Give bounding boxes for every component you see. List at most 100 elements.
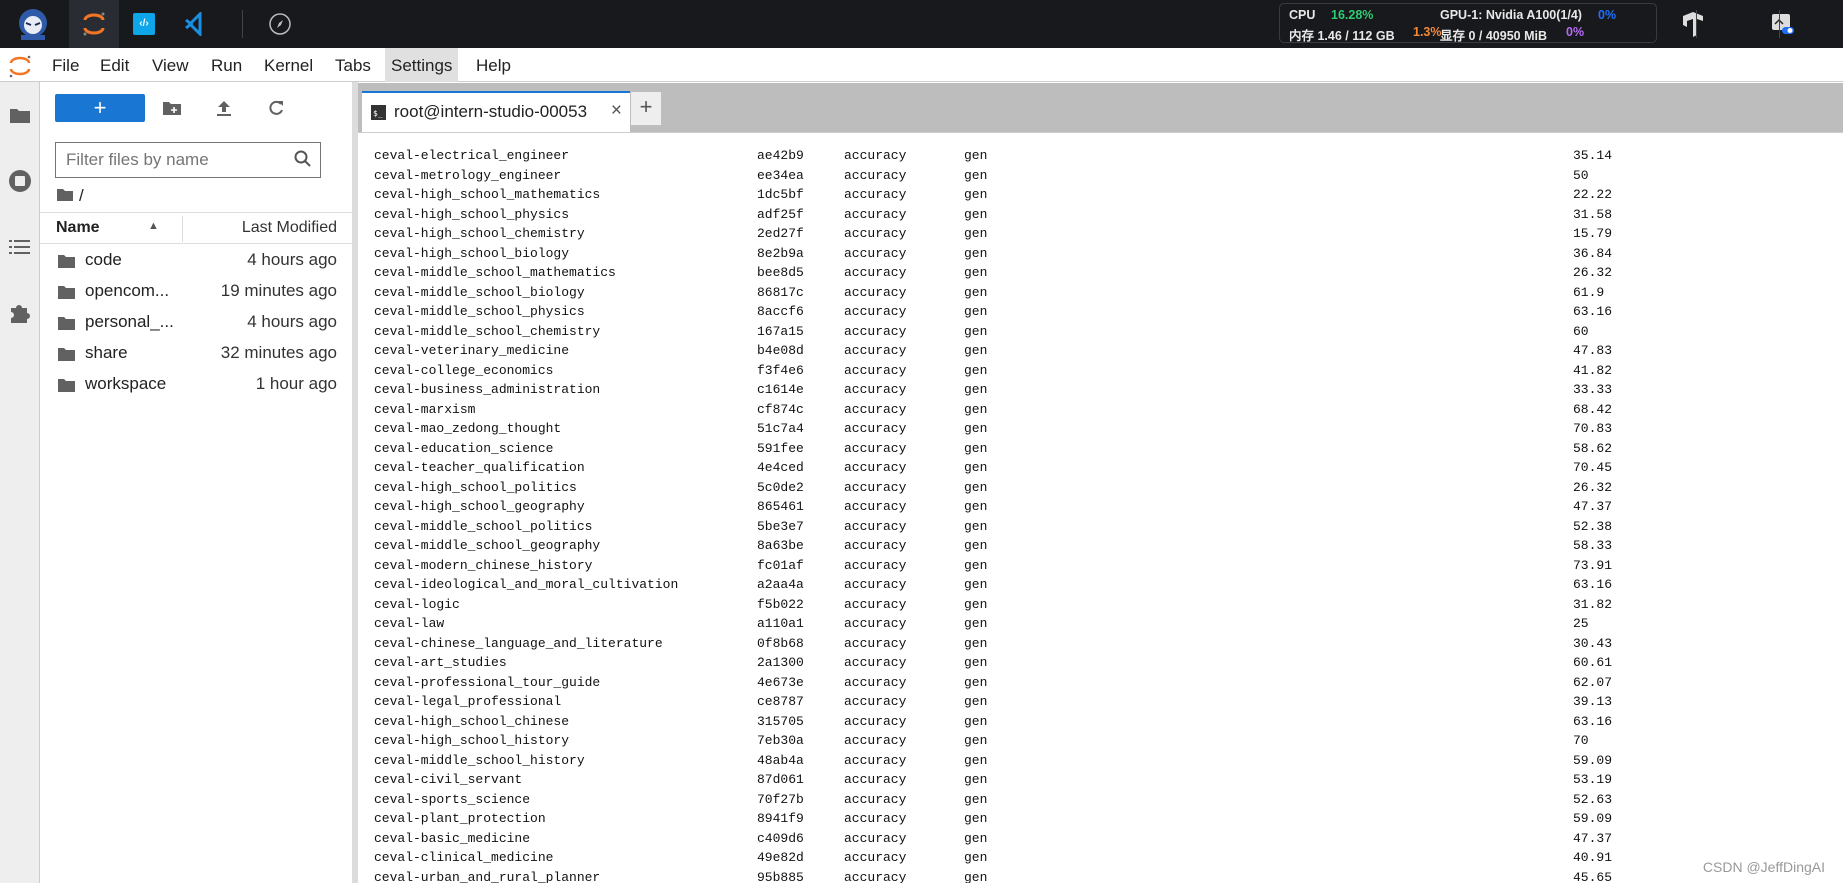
mode: gen [964, 733, 988, 748]
score: 63.16 [1573, 577, 1613, 592]
watermark: CSDN @JeffDingAI [1702, 859, 1825, 875]
sort-ascending-icon[interactable]: ▲ [148, 220, 159, 232]
compass-icon[interactable] [255, 0, 305, 48]
version-hash: 4e4ced [757, 460, 804, 475]
file-row[interactable]: opencom... 19 minutes ago [40, 276, 352, 307]
metric: accuracy [844, 752, 907, 768]
mode: gen [964, 304, 988, 319]
menu-help[interactable]: Help [476, 56, 511, 76]
vscode-icon[interactable] [170, 0, 220, 48]
file-row[interactable]: share 32 minutes ago [40, 338, 352, 369]
dataset-name: ceval-middle_school_physics [374, 304, 585, 319]
dataset-name: ceval-middle_school_geography [374, 538, 601, 553]
metric: accuracy [844, 304, 907, 319]
close-tab-icon[interactable]: × [611, 100, 622, 122]
result-row: ceval-middle_school_physics 8accf6 accurac… [374, 304, 1774, 323]
new-launcher-button[interactable]: + [55, 94, 145, 122]
intern-logo-icon[interactable] [8, 0, 58, 48]
dataset-name: ceval-chinese_language_and_literature [374, 635, 663, 651]
mode: gen [964, 713, 988, 729]
score: 50 [1573, 167, 1589, 183]
tab-terminal[interactable]: $_ root@intern-studio-00053 × [362, 91, 630, 132]
version-hash: f3f4e6 [757, 362, 804, 378]
dataset-name: ceval-high_school_mathematics [374, 187, 601, 202]
score: 60.61 [1573, 655, 1613, 670]
mode: gen [964, 343, 988, 358]
dataset-name: ceval-middle_school_politics [374, 518, 593, 534]
menu-edit[interactable]: Edit [100, 56, 129, 76]
metric: accuracy [844, 791, 907, 807]
menu-view[interactable]: View [152, 56, 189, 76]
terminal-icon: $_ [371, 105, 386, 125]
score: 15.79 [1573, 226, 1613, 241]
tensorflow-icon[interactable] [1668, 0, 1718, 48]
metric: accuracy [844, 226, 907, 241]
mode: gen [964, 460, 988, 475]
metric: accuracy [844, 577, 907, 592]
score: 36.84 [1573, 245, 1613, 261]
add-tab-button[interactable]: + [631, 92, 661, 125]
new-folder-icon[interactable] [160, 96, 184, 120]
menu-tabs[interactable]: Tabs [335, 56, 371, 76]
result-row: ceval-legal_professional ce8787 accuracy ge… [374, 694, 1774, 713]
tab-title: root@intern-studio-00053 [394, 102, 588, 121]
code-editor-app-icon[interactable]: ‹/› [119, 0, 169, 48]
menu-run[interactable]: Run [211, 56, 242, 76]
jupyter-app-icon[interactable] [69, 0, 119, 48]
breadcrumb[interactable]: / [57, 186, 84, 206]
column-divider[interactable] [182, 216, 183, 242]
mode: gen [964, 382, 988, 397]
file-row[interactable]: personal_... 4 hours ago [40, 307, 352, 338]
file-row[interactable]: code 4 hours ago [40, 245, 352, 276]
extensions-puzzle-icon[interactable] [7, 300, 33, 326]
result-row: ceval-high_school_mathematics 1dc5bf accur… [374, 187, 1774, 206]
result-row: ceval-high_school_politics 5c0de2 accuracy… [374, 480, 1774, 499]
file-modified: 4 hours ago [247, 312, 337, 331]
score: 63.16 [1573, 304, 1613, 319]
file-name: workspace [85, 374, 167, 393]
file-row[interactable]: workspace 1 hour ago [40, 369, 352, 400]
terminal-output[interactable]: ceval-electrical_engineer ae42b9 accuracy g… [358, 132, 1843, 883]
breadcrumb-root[interactable]: / [79, 186, 84, 206]
memory-label: 内存 1.46 / 112 GB [1289, 29, 1395, 43]
version-hash: cf874c [757, 401, 804, 417]
menu-settings[interactable]: Settings [385, 48, 459, 82]
version-hash: ee34ea [757, 167, 804, 183]
refresh-icon[interactable] [264, 96, 288, 120]
version-hash: 4e673e [757, 674, 804, 690]
result-row: ceval-clinical_medicine 49e82d accuracy gen… [374, 850, 1774, 869]
upload-icon[interactable] [212, 96, 236, 120]
column-last-modified[interactable]: Last Modified [242, 219, 337, 237]
menu-file[interactable]: File [52, 56, 79, 76]
version-hash: 86817c [757, 284, 804, 300]
metric: accuracy [844, 596, 907, 612]
result-row: ceval-middle_school_biology 86817c accurac… [374, 285, 1774, 304]
folder-icon [58, 253, 75, 273]
mode: gen [964, 557, 988, 573]
table-of-contents-icon[interactable] [7, 234, 33, 260]
score: 73.91 [1573, 557, 1613, 573]
version-hash: 167a15 [757, 323, 804, 339]
mode: gen [964, 284, 988, 300]
result-row: ceval-professional_tour_guide 4e673e accur… [374, 675, 1774, 694]
folder-icon [58, 377, 75, 397]
dataset-name: ceval-ideological_and_moral_cultivation [374, 577, 679, 592]
metric: accuracy [844, 869, 907, 883]
running-stop-icon[interactable] [7, 168, 33, 194]
filter-files-input[interactable]: Filter files by name [55, 142, 321, 178]
monitor-toggle-icon[interactable] [1758, 0, 1808, 48]
menu-kernel[interactable]: Kernel [264, 56, 313, 76]
version-hash: 2a1300 [757, 655, 804, 670]
score: 40.91 [1573, 850, 1613, 865]
mode: gen [964, 148, 988, 163]
file-name: code [85, 250, 122, 269]
mode: gen [964, 791, 988, 807]
metric: accuracy [844, 538, 907, 553]
column-name[interactable]: Name [56, 219, 100, 237]
dataset-name: ceval-high_school_politics [374, 479, 577, 495]
folder-icon[interactable] [7, 102, 33, 128]
metric: accuracy [844, 616, 907, 631]
mode: gen [964, 518, 988, 534]
dataset-name: ceval-high_school_chinese [374, 713, 570, 729]
result-row: ceval-education_science 591fee accuracy gen… [374, 441, 1774, 460]
